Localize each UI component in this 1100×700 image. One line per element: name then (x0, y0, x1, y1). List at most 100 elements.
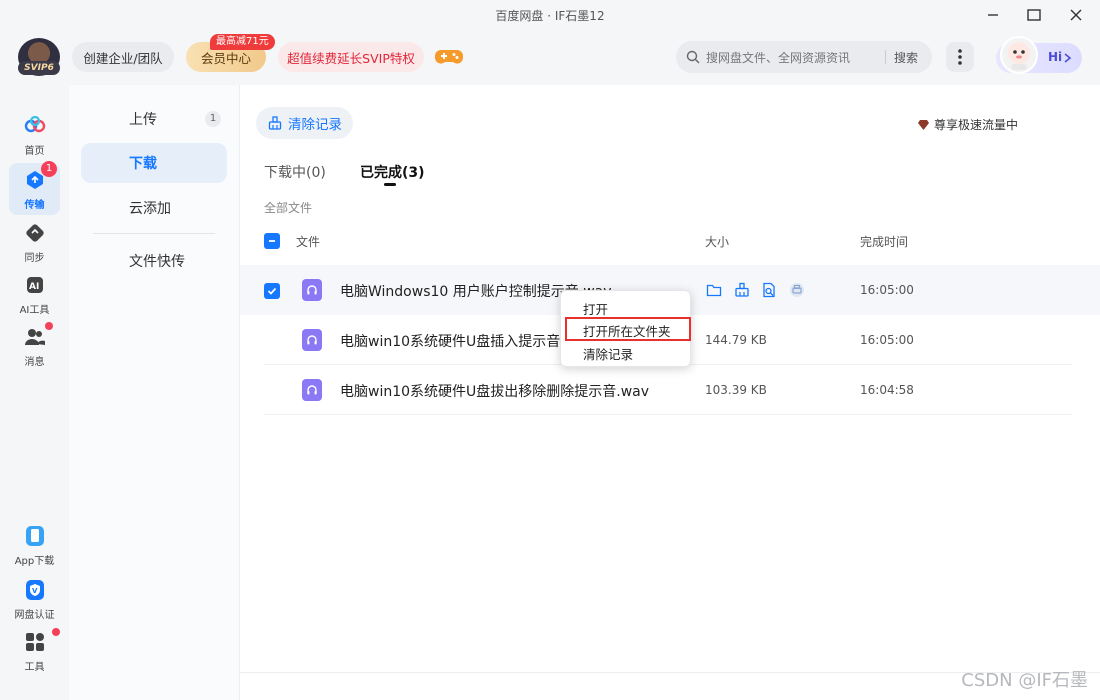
top-header: SVIP6 创建企业/团队 会员中心 最高减71元 超值续费延长SVIP特权 搜… (0, 30, 1100, 85)
grid-apps-icon (25, 633, 44, 651)
svip-renew-button[interactable]: 超值续费延长SVIP特权 (278, 42, 424, 72)
nav-transfer-label: 传输 (24, 200, 45, 211)
sync-icon (25, 224, 44, 242)
svg-text:V: V (32, 587, 38, 595)
mascot-avatar[interactable] (1000, 36, 1038, 74)
maximize-button[interactable] (1019, 4, 1049, 26)
nav-app-download[interactable]: App下载 (0, 525, 69, 567)
subnav-download[interactable]: 下载 (81, 143, 227, 183)
menu-item-clear-record[interactable]: 清除记录 (583, 344, 633, 363)
messages-dot (45, 322, 53, 330)
nav-messages[interactable]: 消息 (0, 322, 69, 368)
watermark: CSDN @IF石墨 (961, 670, 1088, 691)
more-vertical-icon (958, 49, 962, 65)
broom-icon (268, 116, 282, 130)
headphones-icon (307, 385, 317, 395)
menu-item-open[interactable]: 打开 (583, 299, 608, 318)
file-size: 144.79 KB (705, 333, 767, 347)
search-divider (885, 50, 886, 64)
window-title: 百度网盘 · IF石墨12 (495, 9, 605, 23)
column-header-name[interactable]: 文件 (296, 233, 320, 250)
file-size: 103.39 KB (705, 383, 767, 397)
gamepad-icon[interactable] (435, 46, 463, 68)
tab-completed[interactable]: 已完成(3) (360, 162, 425, 182)
breadcrumb: 全部文件 (264, 201, 313, 215)
subnav-cloud-add[interactable]: 云添加 (81, 188, 227, 228)
nav-verification-label: 网盘认证 (14, 610, 55, 621)
clear-records-button[interactable]: 清除记录 (256, 107, 353, 139)
nav-ai-tools[interactable]: AI AI工具 (0, 274, 69, 316)
create-team-button[interactable]: 创建企业/团队 (72, 42, 174, 72)
search-button[interactable]: 搜索 (894, 49, 918, 66)
close-button[interactable] (1061, 4, 1091, 26)
subnav-divider (93, 233, 215, 234)
file-search-icon[interactable] (761, 282, 777, 298)
column-header-time[interactable]: 完成时间 (860, 233, 908, 250)
minus-icon (269, 240, 275, 242)
subnav-upload-label: 上传 (129, 112, 157, 128)
check-icon (267, 287, 277, 295)
nav-tools-label: 工具 (24, 662, 45, 673)
table-row[interactable]: 电脑win10系统硬件U盘拔出移除删除提示音.wav 103.39 KB 16:… (240, 365, 1100, 415)
mascot-icon (1008, 42, 1030, 70)
left-nav: 首页 传输 1 同步 AI AI工具 消息 App下载 V 网盘认证 工具 (0, 85, 69, 700)
nav-transfer[interactable]: 传输 1 (0, 161, 69, 215)
nav-verification[interactable]: V 网盘认证 (0, 579, 69, 621)
speed-label: 尊享极速流量中 (934, 118, 1019, 132)
svg-text:AI: AI (29, 282, 39, 292)
completion-time: 16:05:00 (860, 333, 914, 347)
nav-tools[interactable]: 工具 (0, 628, 69, 673)
headphones-icon (307, 285, 317, 295)
completion-time: 16:05:00 (860, 283, 914, 297)
headphones-icon (307, 335, 317, 345)
audio-file-icon (302, 279, 322, 301)
users-icon (24, 329, 45, 345)
subnav-upload[interactable]: 上传 1 (81, 99, 227, 139)
clear-record-icon[interactable] (734, 282, 750, 298)
transfer-subnav: 上传 1 下载 云添加 文件快传 (69, 85, 240, 700)
folder-icon[interactable] (706, 282, 722, 298)
audio-file-icon (302, 379, 322, 401)
column-header-size[interactable]: 大小 (705, 233, 729, 250)
menu-item-open-folder[interactable]: 打开所在文件夹 (583, 321, 671, 340)
completion-time: 16:04:58 (860, 383, 914, 397)
nav-app-download-label: App下载 (14, 556, 55, 567)
subnav-cloud-add-label: 云添加 (129, 201, 171, 217)
upload-count-badge: 1 (205, 111, 221, 127)
promo-tag: 最高减71元 (210, 34, 275, 50)
nav-home[interactable]: 首页 (0, 115, 69, 157)
row-checkbox[interactable] (264, 283, 280, 299)
close-icon (1070, 9, 1082, 21)
clear-records-label: 清除记录 (288, 117, 342, 133)
nav-ai-tools-label: AI工具 (19, 305, 50, 316)
search-box[interactable]: 搜网盘文件、全网资源资讯 搜索 (676, 41, 932, 73)
chevron-right-icon (1064, 53, 1072, 63)
search-input[interactable]: 搜网盘文件、全网资源资讯 (706, 49, 850, 66)
title-bar: 百度网盘 · IF石墨12 (0, 0, 1100, 30)
file-name[interactable]: 电脑win10系统硬件U盘拔出移除删除提示音.wav (340, 381, 649, 401)
subnav-download-label: 下载 (129, 156, 157, 172)
file-name[interactable]: 电脑win10系统硬件U盘插入提示音.wav (340, 331, 593, 351)
verified-shield-icon: V (25, 580, 44, 600)
print-icon[interactable] (789, 282, 805, 298)
speed-status: 尊享极速流量中 (918, 116, 1018, 133)
row-divider (264, 414, 1072, 415)
more-menu-button[interactable] (946, 42, 974, 72)
transfer-badge: 1 (41, 161, 57, 177)
subnav-quick-transfer-label: 文件快传 (129, 254, 185, 270)
select-all-checkbox[interactable] (264, 233, 280, 249)
phone-icon (25, 526, 44, 546)
context-menu: 打开 打开所在文件夹 清除记录 (560, 290, 691, 367)
search-icon (686, 50, 700, 64)
audio-file-icon (302, 329, 322, 351)
minimize-button[interactable] (978, 4, 1008, 26)
nav-sync-label: 同步 (24, 253, 45, 264)
assistant-hi-label: Hi (1048, 50, 1063, 64)
diamond-icon (918, 119, 929, 130)
svip-badge: SVIP6 (18, 61, 60, 75)
nav-sync[interactable]: 同步 (0, 222, 69, 264)
tab-downloading[interactable]: 下载中(0) (264, 162, 326, 182)
main-panel: 清除记录 尊享极速流量中 下载中(0) 已完成(3) 全部文件 文件 大小 完成… (240, 85, 1100, 700)
ai-tools-icon: AI (26, 277, 43, 293)
subnav-quick-transfer[interactable]: 文件快传 (81, 241, 227, 281)
